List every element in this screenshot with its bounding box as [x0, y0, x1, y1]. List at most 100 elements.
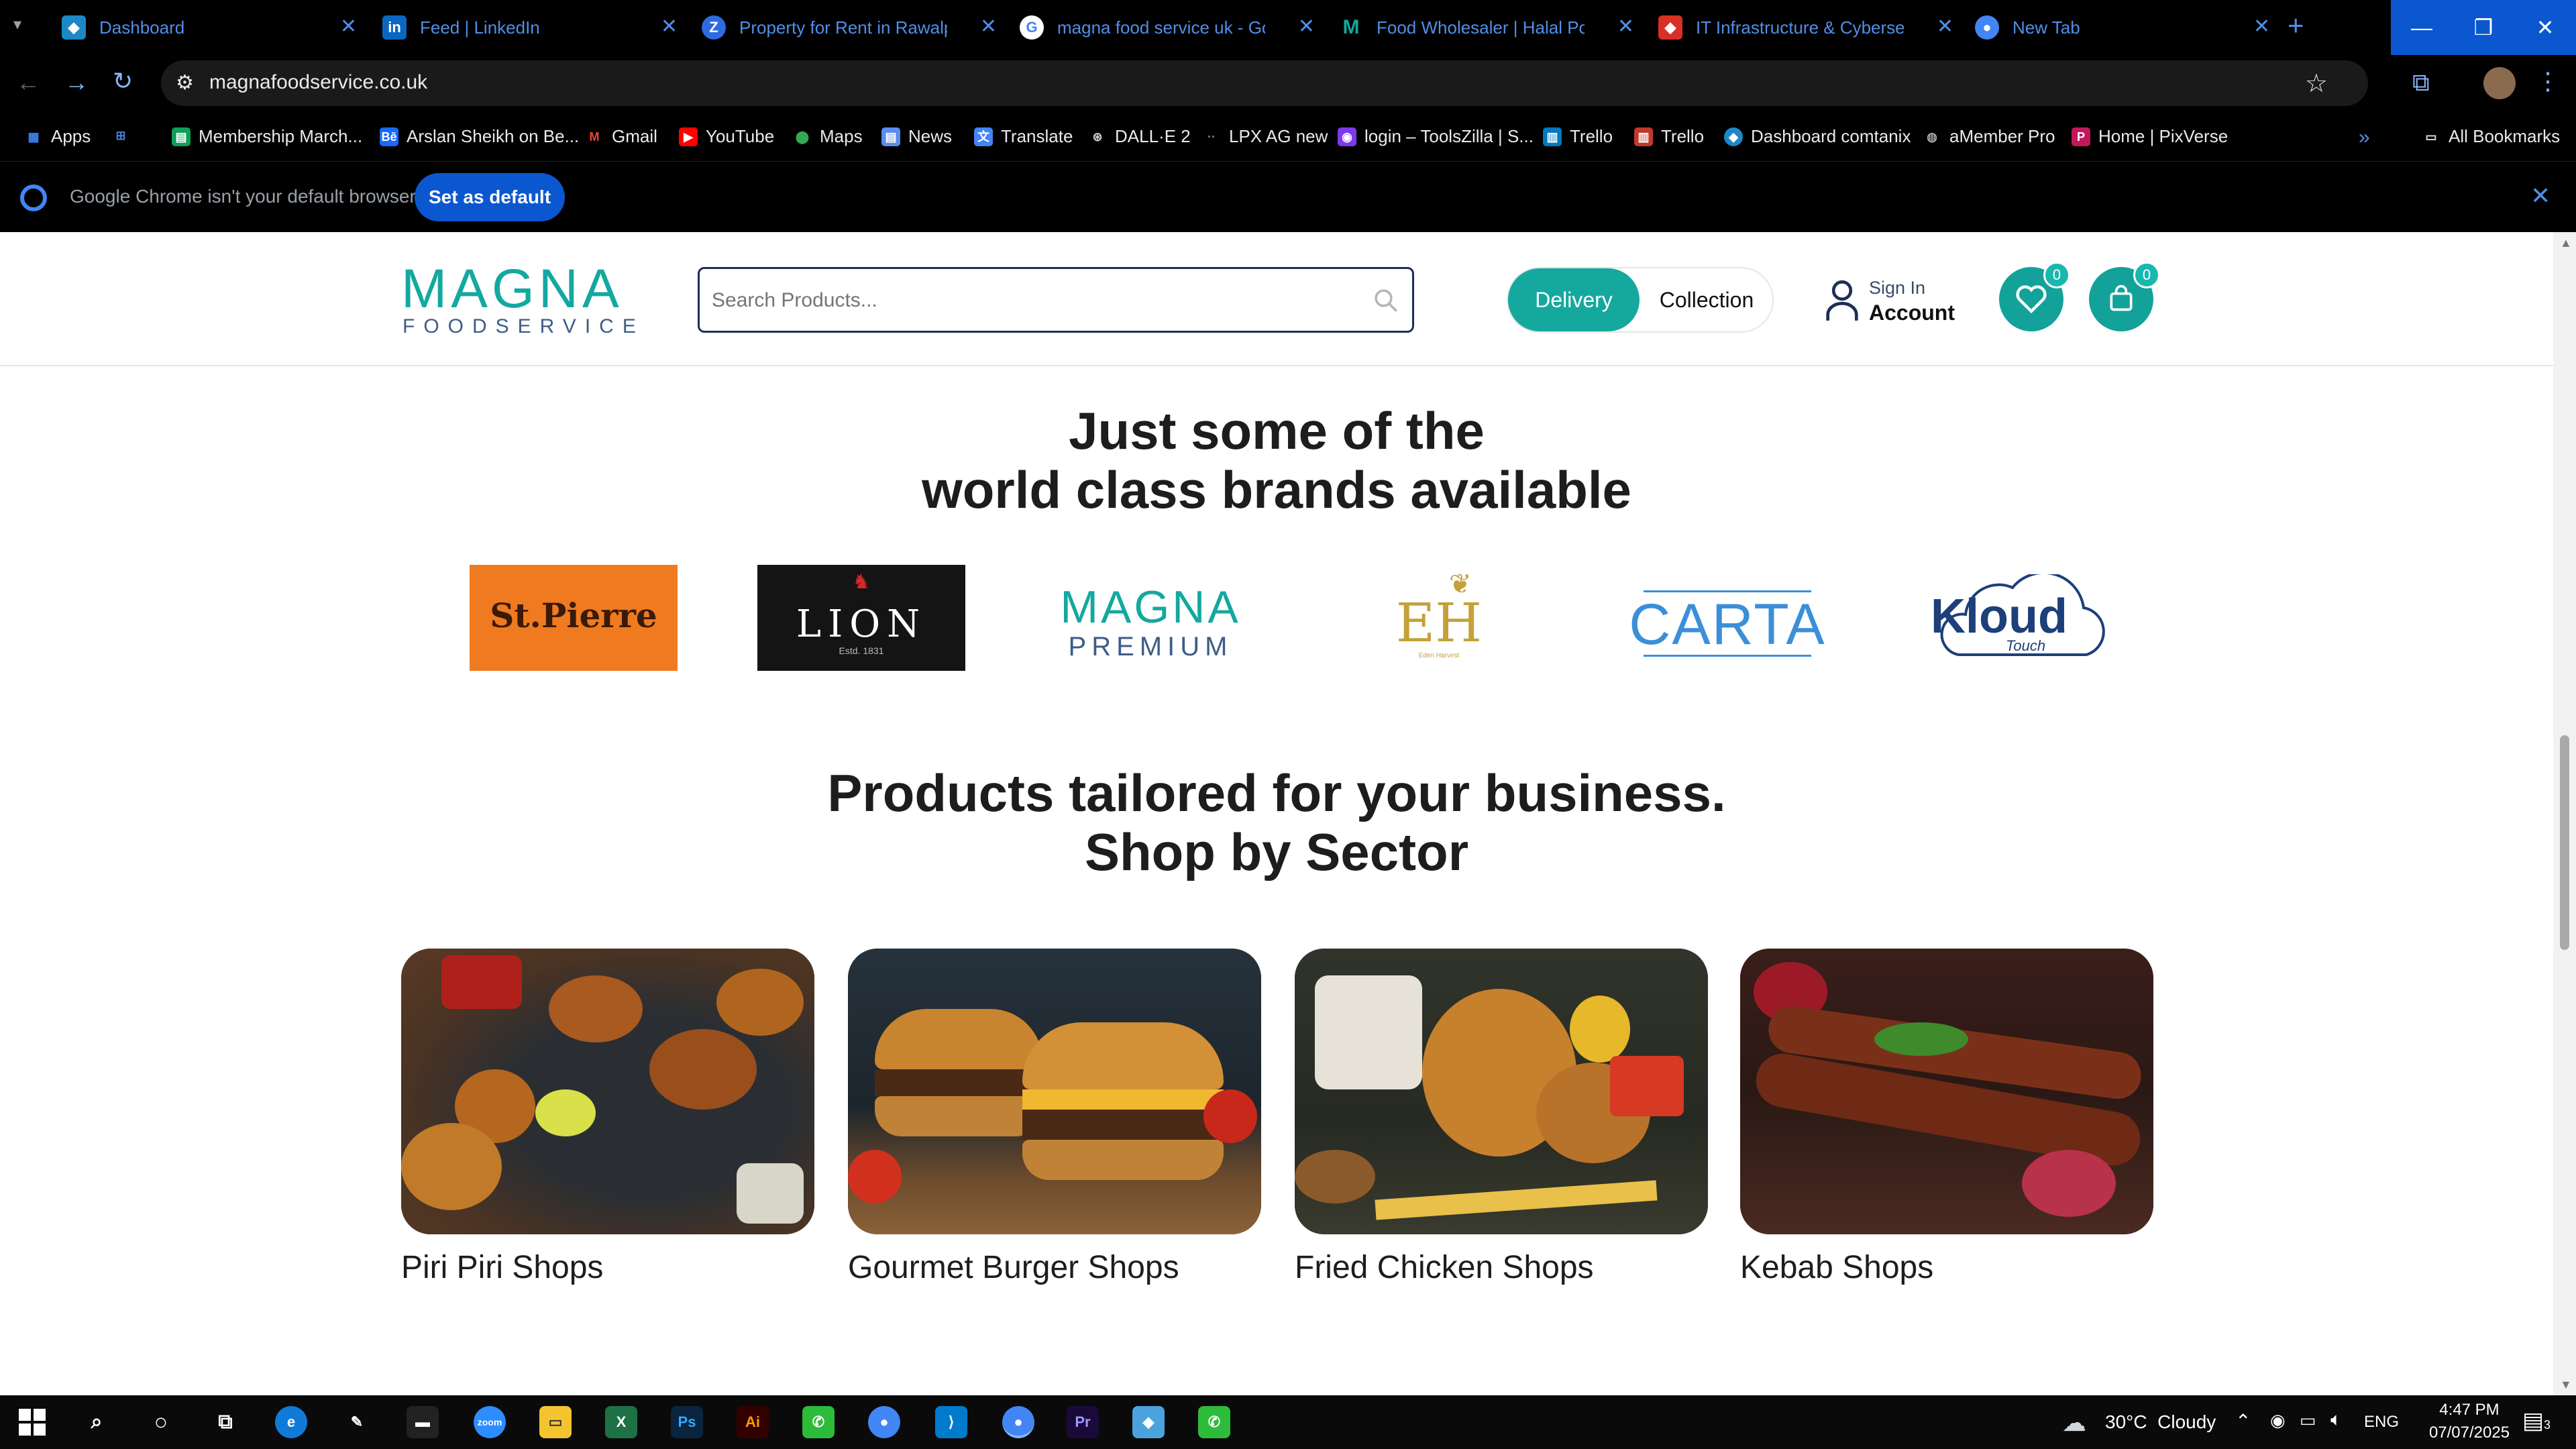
bookmark-trello-2[interactable]: ▥ Trello	[1634, 126, 1704, 147]
notifications-icon[interactable]: ▤	[2522, 1407, 2544, 1434]
volume-icon[interactable]: 🔈︎	[2330, 1409, 2342, 1431]
bookmark-star-icon[interactable]: ☆	[2305, 68, 2328, 99]
bookmark-gmail[interactable]: M Gmail	[585, 126, 657, 147]
sector-label-fried-chicken[interactable]: Fried Chicken Shops	[1295, 1249, 1594, 1286]
brand-logo-st-pierre[interactable]: St.Pierre	[470, 565, 678, 671]
language-indicator[interactable]: ENG	[2364, 1413, 2399, 1432]
bookmark-lpx[interactable]: ·· LPX AG new	[1202, 126, 1328, 147]
site-info-icon[interactable]: ⚙	[176, 71, 194, 95]
windows-start-icon[interactable]	[19, 1409, 46, 1436]
scroll-down-icon[interactable]: ▼	[2560, 1378, 2572, 1392]
wishlist-button[interactable]: 0	[1999, 262, 2070, 331]
close-icon[interactable]: ✕	[661, 15, 678, 38]
bookmark-news[interactable]: ▤ News	[881, 126, 952, 147]
bookmark-amember[interactable]: ◍ aMember Pro	[1923, 126, 2055, 147]
tab-search-dropdown[interactable]: ▾	[13, 15, 38, 39]
photoshop-icon[interactable]: Ps	[671, 1406, 703, 1438]
site-logo[interactable]: MAGNA	[401, 258, 623, 321]
clock-date[interactable]: 07/07/2025	[2419, 1424, 2520, 1442]
tab-new-tab[interactable]: ● New Tab ✕	[1975, 0, 2270, 55]
sector-label-piri-piri[interactable]: Piri Piri Shops	[401, 1249, 603, 1286]
brand-logo-lion[interactable]: ♞ LION Estd. 1831	[757, 565, 965, 671]
avatar[interactable]	[2483, 67, 2516, 99]
bookmark-apps[interactable]: ▦ Apps	[24, 126, 91, 147]
pen-icon[interactable]: ✎	[341, 1406, 373, 1438]
scroll-up-icon[interactable]: ▲	[2560, 236, 2572, 250]
sector-label-gourmet-burger[interactable]: Gourmet Burger Shops	[848, 1249, 1179, 1286]
scrollbar-thumb[interactable]	[2560, 735, 2569, 950]
back-icon[interactable]: ←	[16, 68, 40, 97]
close-icon[interactable]: ✕	[340, 15, 357, 38]
sector-card-fried-chicken[interactable]	[1295, 949, 1708, 1234]
search-icon[interactable]: ⌕	[80, 1406, 113, 1438]
tab-property[interactable]: Z Property for Rent in Rawalpindi ✕	[702, 0, 997, 55]
bookmark-membership[interactable]: ▤ Membership March...	[172, 126, 362, 147]
sector-card-gourmet-burger[interactable]	[848, 949, 1261, 1234]
tab-it-infrastructure[interactable]: ◆ IT Infrastructure & Cybersecurity ✕	[1658, 0, 1953, 55]
set-as-default-button[interactable]: Set as default	[415, 173, 565, 221]
bookmark-maps[interactable]: ⬤ Maps	[793, 126, 863, 147]
page-scrollbar[interactable]: ▲ ▼	[2553, 232, 2576, 1395]
chrome-icon[interactable]: ●	[868, 1406, 900, 1438]
close-icon[interactable]: ✕	[2253, 15, 2270, 38]
chevron-up-icon[interactable]: ⌃	[2235, 1410, 2251, 1432]
premiere-icon[interactable]: Pr	[1067, 1406, 1099, 1438]
cart-button[interactable]: 0	[2089, 262, 2160, 331]
close-icon[interactable]: ✕	[2530, 182, 2551, 210]
excel-icon[interactable]: X	[605, 1406, 637, 1438]
extensions-icon[interactable]: ⧉	[2412, 68, 2430, 97]
close-icon[interactable]: ✕	[1298, 15, 1315, 38]
close-window-button[interactable]: ✕	[2514, 0, 2576, 55]
minimize-button[interactable]: —	[2391, 0, 2453, 55]
task-view-icon[interactable]: ⧉	[209, 1406, 241, 1438]
edge-icon[interactable]: e	[275, 1406, 307, 1438]
chrome-active-icon[interactable]: ●	[1002, 1406, 1034, 1438]
bookmark-toolszilla[interactable]: ◉ login – ToolsZilla | S...	[1338, 126, 1534, 147]
green-app-2-icon[interactable]: ✆	[1198, 1406, 1230, 1438]
url-text[interactable]: magnafoodservice.co.uk	[209, 71, 427, 94]
meet-icon[interactable]: ◉	[2270, 1410, 2286, 1431]
all-bookmarks[interactable]: ▭ All Bookmarks	[2422, 126, 2560, 147]
weather-text[interactable]: 30°C Cloudy	[2105, 1411, 2216, 1433]
bookmark-behance[interactable]: Bē Arslan Sheikh on Be...	[380, 126, 579, 147]
close-icon[interactable]: ✕	[980, 15, 997, 38]
address-bar[interactable]: ⚙ magnafoodservice.co.uk ☆	[161, 60, 2368, 106]
reload-icon[interactable]: ↻	[113, 67, 133, 95]
forward-icon[interactable]: →	[64, 68, 89, 97]
account-link[interactable]: Sign In Account	[1825, 270, 1959, 330]
green-app-icon[interactable]: ✆	[802, 1406, 835, 1438]
illustrator-icon[interactable]: Ai	[737, 1406, 769, 1438]
tab-linkedin[interactable]: in Feed | LinkedIn ✕	[382, 0, 678, 55]
bookmark-pixverse[interactable]: P Home | PixVerse	[2072, 126, 2228, 147]
file-explorer-icon[interactable]: ▭	[539, 1406, 572, 1438]
network-icon[interactable]: ▭	[2300, 1410, 2316, 1431]
bookmark-trello-1[interactable]: ▥ Trello	[1543, 126, 1613, 147]
tab-magna-food[interactable]: M Food Wholesaler | Halal Poultry ✕	[1339, 0, 1634, 55]
new-tab-button[interactable]: +	[2288, 9, 2314, 43]
terminal-icon[interactable]: ▬	[407, 1406, 439, 1438]
restore-button[interactable]: ❐	[2453, 0, 2514, 55]
bookmark-dalle[interactable]: ⊛ DALL·E 2	[1088, 126, 1190, 147]
bookmark-grid[interactable]: ⊞	[111, 126, 138, 145]
close-icon[interactable]: ✕	[1617, 15, 1634, 38]
bookmark-youtube[interactable]: ▶ YouTube	[679, 126, 774, 147]
collection-button[interactable]: Collection	[1640, 268, 1774, 331]
close-icon[interactable]: ✕	[1937, 15, 1953, 38]
brand-logo-eh[interactable]: ❦ EH Eden Harvest	[1335, 565, 1543, 671]
vpn-app-icon[interactable]: ◆	[1132, 1406, 1165, 1438]
more-bookmarks-icon[interactable]: »	[2359, 126, 2370, 149]
brand-logo-magna-premium[interactable]: MAGNA PREMIUM	[1046, 565, 1254, 671]
sector-card-piri-piri[interactable]	[401, 949, 814, 1234]
cortana-icon[interactable]: ○	[145, 1406, 177, 1438]
tab-dashboard[interactable]: ◆ Dashboard ✕	[62, 0, 357, 55]
delivery-button[interactable]: Delivery	[1508, 268, 1640, 331]
tab-google-search[interactable]: G magna food service uk - Google Search …	[1020, 0, 1315, 55]
search-input[interactable]	[712, 282, 1349, 319]
sector-card-kebab[interactable]	[1740, 949, 2153, 1234]
vscode-icon[interactable]: ⟩	[935, 1406, 967, 1438]
search-icon[interactable]	[1372, 286, 1400, 315]
brand-logo-carta[interactable]: CARTA	[1623, 565, 1831, 671]
brand-logo-kloud[interactable]: Kloud Touch	[1912, 565, 2120, 671]
sector-label-kebab[interactable]: Kebab Shops	[1740, 1249, 1933, 1286]
bookmark-translate[interactable]: 文 Translate	[974, 126, 1073, 147]
